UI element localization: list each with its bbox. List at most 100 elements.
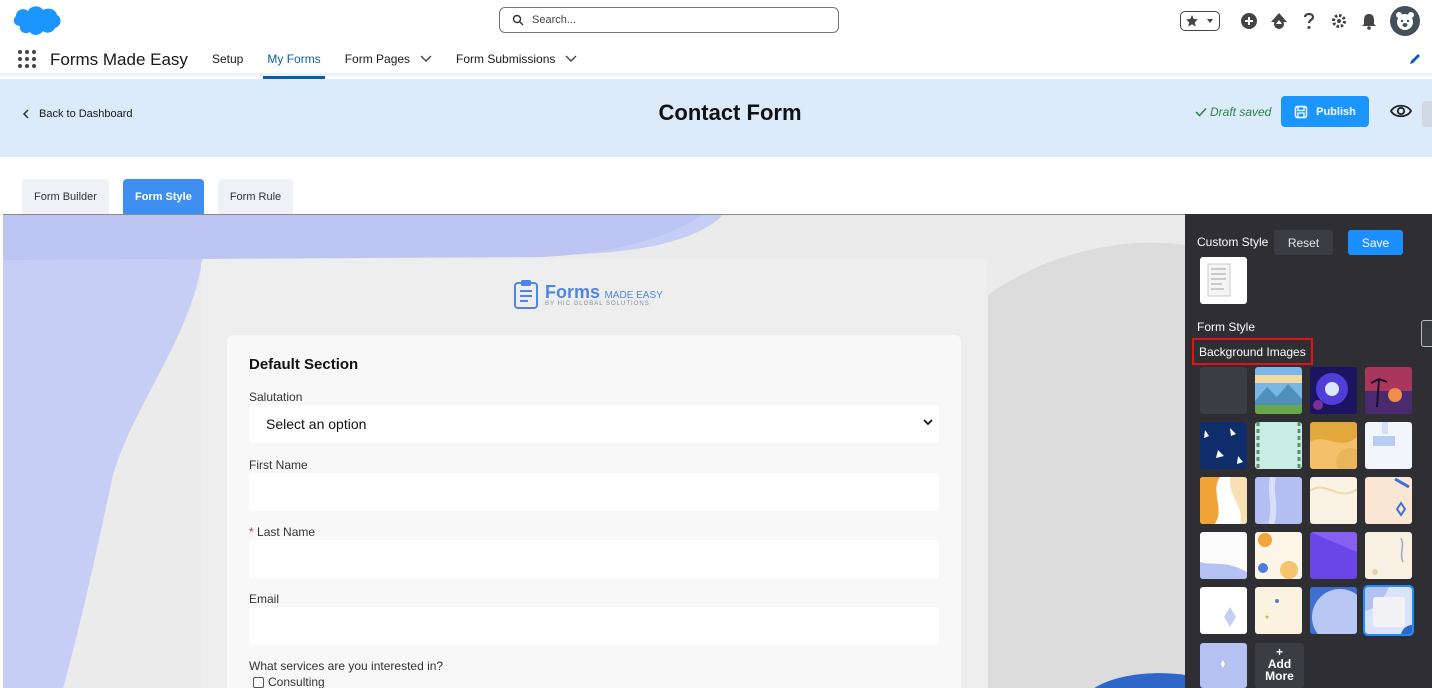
- nav-item-my-forms[interactable]: My Forms: [263, 42, 326, 79]
- chevron-down-icon: [923, 419, 933, 426]
- salesforce-logo[interactable]: [12, 4, 62, 38]
- save-button[interactable]: Save: [1348, 230, 1403, 255]
- search-icon: [512, 14, 524, 26]
- app-nav-bar: Forms Made Easy Setup My Forms Form Page…: [0, 42, 1432, 79]
- editor-tabs: Form Builder Form Style Form Rule: [22, 179, 294, 215]
- last-name-label-row: * Last Name: [249, 525, 315, 539]
- email-field[interactable]: [249, 607, 939, 645]
- background-option-gold-waves[interactable]: [1310, 422, 1357, 469]
- publish-button[interactable]: Publish: [1281, 96, 1369, 127]
- search-input[interactable]: [532, 11, 822, 29]
- help-icon[interactable]: [1294, 7, 1324, 35]
- nav-item-form-pages[interactable]: Form Pages: [345, 42, 432, 76]
- section-title: Default Section: [249, 356, 359, 373]
- services-label: What services are you interested in?: [249, 659, 444, 673]
- background-option-orange-dots[interactable]: [1255, 532, 1302, 579]
- background-option-purple-gradient[interactable]: [1310, 532, 1357, 579]
- form-section: Default Section Salutation Select an opt…: [227, 335, 961, 688]
- email-label: Email: [249, 592, 280, 606]
- background-option-orange-curves[interactable]: [1200, 477, 1247, 524]
- background-option-blue-bottom[interactable]: [1200, 532, 1247, 579]
- add-more-backgrounds-button[interactable]: + Add More: [1255, 643, 1304, 688]
- trailhead-icon[interactable]: [1264, 7, 1294, 35]
- nav-item-label: Setup: [212, 52, 244, 66]
- header-icons: [1180, 6, 1420, 36]
- custom-style-label: Custom Style: [1197, 235, 1269, 249]
- required-asterisk: *: [249, 525, 254, 539]
- nav-item-setup[interactable]: Setup: [212, 42, 243, 76]
- app-launcher-icon[interactable]: [18, 50, 36, 68]
- background-option-white-diamonds[interactable]: [1200, 587, 1247, 634]
- forms-clipboard-icon: [514, 280, 538, 309]
- form-style-label: Form Style: [1197, 320, 1256, 334]
- nav-item-label: Form Pages: [344, 52, 411, 66]
- nav-item-label: My Forms: [267, 52, 321, 66]
- global-header: [0, 0, 1432, 42]
- background-images-label: Background Images: [1192, 338, 1313, 365]
- favorites-group[interactable]: [1180, 11, 1220, 31]
- background-option-selected[interactable]: [1363, 585, 1414, 636]
- draft-status-text: Draft saved: [1210, 105, 1272, 119]
- nav-item-form-submissions[interactable]: Form Submissions: [456, 42, 577, 76]
- tab-form-builder[interactable]: Form Builder: [22, 179, 109, 215]
- notifications-bell-icon[interactable]: [1354, 7, 1384, 35]
- last-name-field[interactable]: [249, 540, 939, 578]
- style-panel: Custom Style Reset Save Form Style Backg…: [1185, 214, 1432, 688]
- panel-collapse-toggle[interactable]: [1421, 320, 1432, 347]
- custom-style-thumbnail[interactable]: [1200, 257, 1247, 304]
- logo-sub-text: MADE EASY: [604, 289, 663, 301]
- background-option-mint-leaves[interactable]: [1255, 422, 1302, 469]
- consulting-label: Consulting: [268, 675, 325, 688]
- background-option-blue-arc[interactable]: [1310, 587, 1357, 634]
- form-editor-header: Back to Dashboard Contact Form Draft sav…: [0, 79, 1432, 157]
- background-option-galaxy[interactable]: [1310, 367, 1357, 414]
- salutation-value: Select an option: [266, 416, 367, 432]
- global-search[interactable]: [499, 7, 839, 33]
- salutation-label: Salutation: [249, 390, 303, 404]
- background-option-sunset-palms[interactable]: [1365, 367, 1412, 414]
- background-option-cream-dots[interactable]: [1255, 587, 1302, 634]
- reset-button[interactable]: Reset: [1274, 230, 1333, 255]
- background-option-navy-pattern[interactable]: [1200, 422, 1247, 469]
- setup-gear-icon[interactable]: [1324, 7, 1354, 35]
- background-option-lavender-star[interactable]: [1200, 643, 1247, 688]
- last-name-label: Last Name: [257, 525, 316, 539]
- logo-main-text: Forms: [545, 281, 601, 302]
- tab-form-rule[interactable]: Form Rule: [217, 179, 294, 215]
- chevron-down-icon[interactable]: [420, 55, 432, 63]
- tab-form-style[interactable]: Form Style: [122, 179, 204, 215]
- user-avatar[interactable]: [1390, 6, 1420, 36]
- logo-wordmark: Forms MADE EASY BY HIC GLOBAL SOLUTIONS: [545, 282, 663, 307]
- background-option-white-blocks[interactable]: [1365, 422, 1412, 469]
- nav-item-label: Form Submissions: [456, 52, 556, 66]
- background-option-none[interactable]: [1200, 367, 1247, 414]
- add-icon[interactable]: [1234, 7, 1264, 35]
- background-option-mountains[interactable]: [1255, 367, 1302, 414]
- first-name-label: First Name: [249, 458, 308, 472]
- logo-by-text: BY HIC GLOBAL SOLUTIONS: [545, 300, 650, 307]
- add-more-line2: More: [1265, 669, 1294, 683]
- consulting-checkbox[interactable]: [253, 676, 264, 688]
- edit-nav-pencil-icon[interactable]: [1408, 52, 1422, 66]
- header-side-handle[interactable]: [1422, 101, 1432, 127]
- tab-label: Form Builder: [34, 191, 97, 203]
- check-icon: [1195, 107, 1207, 117]
- nav-items: Setup My Forms Form Pages Form Submissio…: [212, 42, 601, 79]
- chevron-down-icon[interactable]: [565, 55, 577, 63]
- favorites-star-icon[interactable]: [1185, 14, 1199, 28]
- tab-label: Form Style: [134, 191, 192, 203]
- tab-label: Form Rule: [229, 191, 282, 203]
- form-card: Forms MADE EASY BY HIC GLOBAL SOLUTIONS …: [201, 259, 987, 688]
- consulting-checkbox-row[interactable]: Consulting: [253, 675, 325, 688]
- first-name-field[interactable]: [249, 473, 939, 511]
- publish-label: Publish: [1316, 105, 1356, 118]
- background-option-cream-lines[interactable]: [1310, 477, 1357, 524]
- save-disk-icon: [1294, 105, 1308, 118]
- background-option-peach-diamonds[interactable]: [1365, 477, 1412, 524]
- background-option-periwinkle[interactable]: [1255, 477, 1302, 524]
- preview-eye-icon[interactable]: [1390, 103, 1412, 119]
- draft-status: Draft saved: [1195, 105, 1271, 119]
- favorites-dropdown-icon[interactable]: [1205, 16, 1215, 26]
- salutation-select[interactable]: Select an option: [249, 405, 939, 443]
- background-option-cream-leaves[interactable]: [1365, 532, 1412, 579]
